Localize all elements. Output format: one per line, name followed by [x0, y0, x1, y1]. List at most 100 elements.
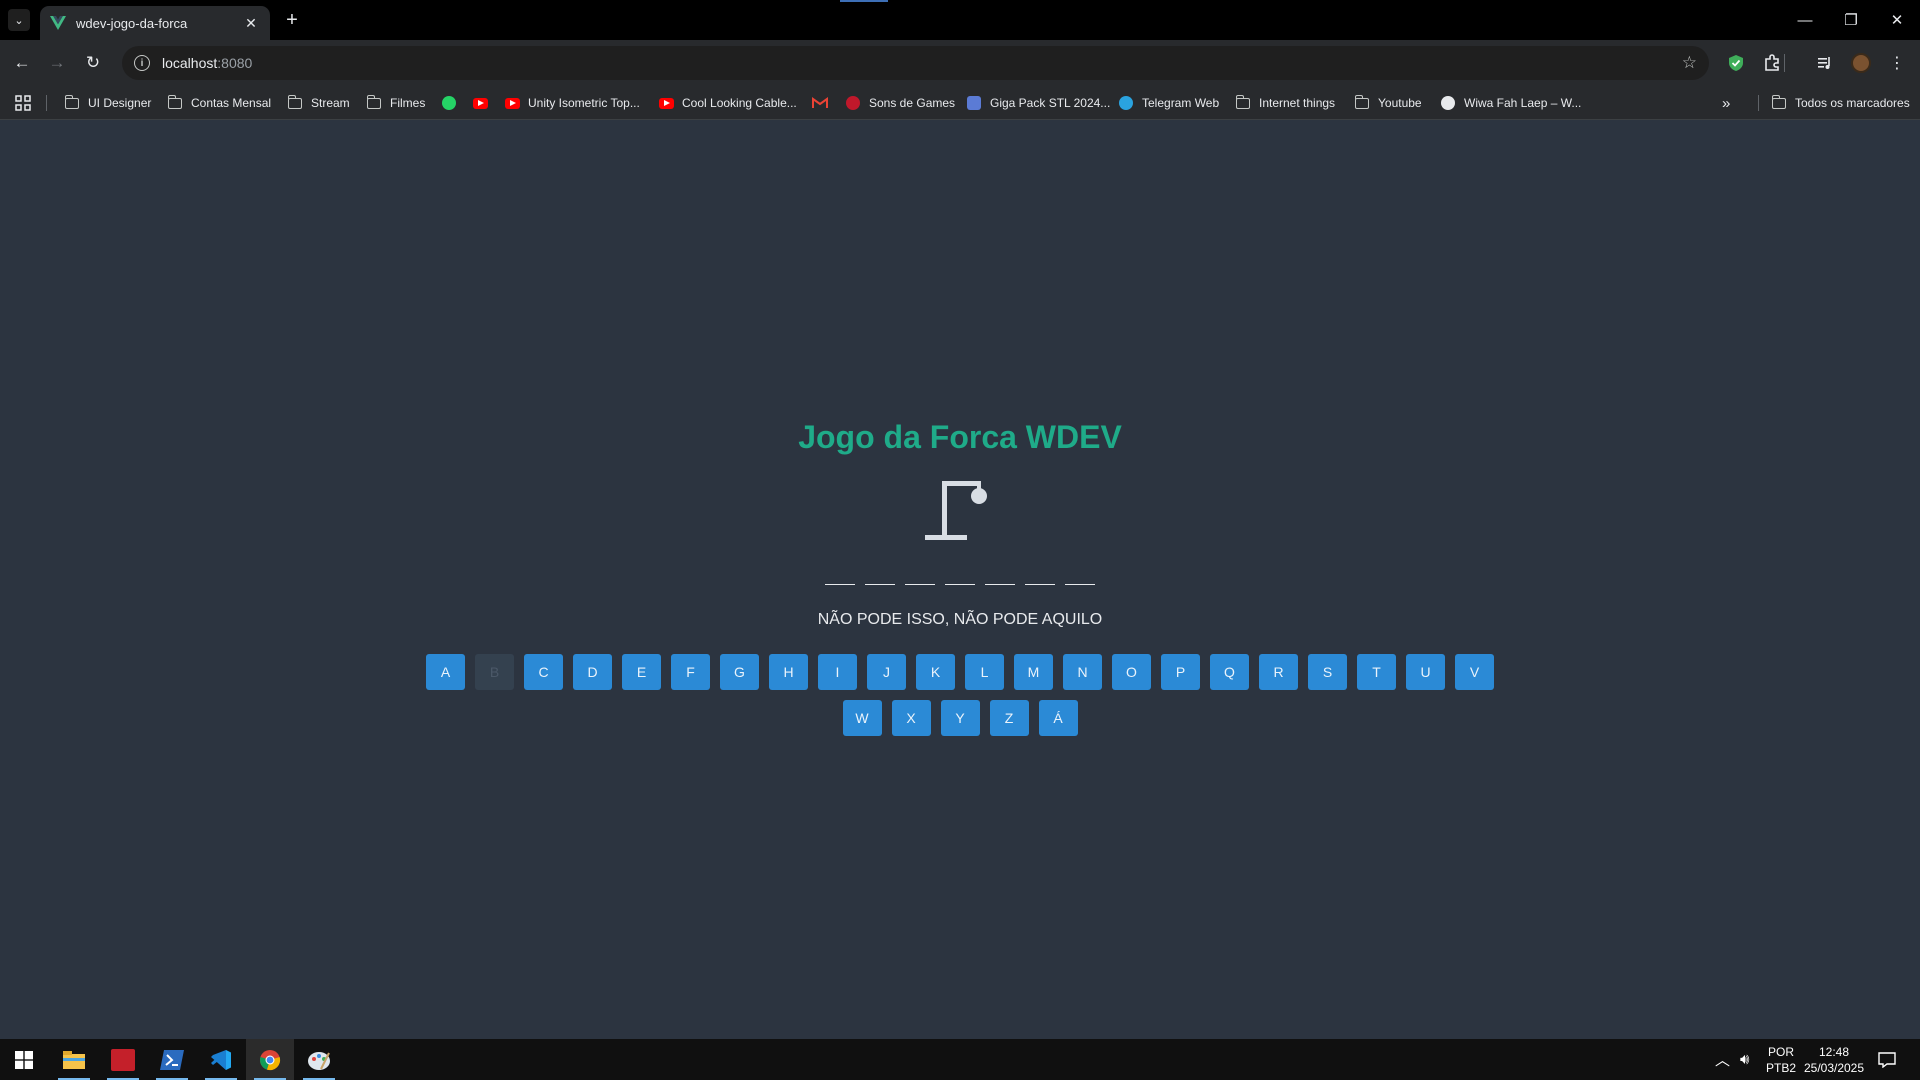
more-bookmarks-chevron-icon[interactable]: » — [1722, 93, 1730, 113]
bookmark-filmes[interactable]: Filmes — [366, 93, 425, 113]
game-page: Jogo da Forca WDEV NÃO PODE ISSO, NÃO PO… — [0, 121, 1920, 1039]
bookmark-youtube-folder[interactable]: Youtube — [1354, 93, 1422, 113]
browser-tab-bar: ⌄ wdev-jogo-da-forca ✕ + — ❐ ✕ — [0, 0, 1920, 40]
bookmark-ui-designer[interactable]: UI Designer — [64, 93, 151, 113]
letter-key-r[interactable]: R — [1259, 654, 1298, 690]
bookmark-star-icon[interactable]: ☆ — [1682, 53, 1697, 73]
hidden-word — [0, 569, 1920, 585]
site-info-icon[interactable]: i — [134, 55, 150, 71]
letter-key-l[interactable]: L — [965, 654, 1004, 690]
letter-key-h[interactable]: H — [769, 654, 808, 690]
powershell-icon[interactable] — [148, 1039, 196, 1080]
letter-key-q[interactable]: Q — [1210, 654, 1249, 690]
apps-grid-icon[interactable] — [15, 93, 31, 113]
letter-key-x[interactable]: X — [891, 700, 931, 736]
bookmark-youtube[interactable] — [472, 93, 496, 113]
bookmark-internet-things[interactable]: Internet things — [1235, 93, 1335, 113]
media-control-icon[interactable] — [1813, 51, 1837, 75]
show-hidden-icons-chevron-icon[interactable]: ︿ — [1715, 1039, 1730, 1080]
letter-key-j[interactable]: J — [867, 654, 906, 690]
letter-key-i[interactable]: I — [818, 654, 857, 690]
folder-icon — [1354, 94, 1370, 111]
tab-title: wdev-jogo-da-forca — [76, 15, 188, 31]
letter-key-u[interactable]: U — [1406, 654, 1445, 690]
bookmark-contas-mensal[interactable]: Contas Mensal — [167, 93, 271, 113]
letter-key-p[interactable]: P — [1161, 654, 1200, 690]
url-port: :8080 — [217, 55, 253, 71]
globe-icon — [1440, 95, 1456, 111]
volume-icon[interactable]: 🔊︎ — [1740, 1039, 1749, 1080]
letter-key-f[interactable]: F — [671, 654, 710, 690]
letter-key-b[interactable]: B — [475, 654, 514, 690]
letter-key-d[interactable]: D — [573, 654, 612, 690]
bookmark-wiwa-fah-laep[interactable]: Wiwa Fah Laep – W... — [1440, 93, 1581, 113]
red-site-icon — [845, 95, 861, 111]
letter-slot — [1065, 569, 1095, 585]
letter-key-o[interactable]: O — [1112, 654, 1151, 690]
letter-key-m[interactable]: M — [1014, 654, 1053, 690]
vscode-icon[interactable] — [197, 1039, 245, 1080]
bookmark-label: Sons de Games — [869, 96, 956, 110]
tab-active[interactable]: wdev-jogo-da-forca ✕ — [40, 6, 270, 40]
paint-app-icon[interactable] — [295, 1039, 343, 1080]
tab-search-button[interactable]: ⌄ — [8, 9, 30, 31]
tab-close-icon[interactable]: ✕ — [242, 14, 260, 32]
letter-key-w[interactable]: W — [842, 700, 882, 736]
extensions-puzzle-icon[interactable] — [1760, 51, 1784, 75]
bookmark-stream[interactable]: Stream — [287, 93, 350, 113]
letter-slot — [825, 569, 855, 585]
letter-key-y[interactable]: Y — [940, 700, 980, 736]
letter-key-k[interactable]: K — [916, 654, 955, 690]
bookmark-label: Cool Looking Cable... — [682, 96, 797, 110]
windows-start-icon[interactable] — [0, 1039, 48, 1080]
file-explorer-icon[interactable] — [50, 1039, 98, 1080]
bookmark-cool-looking-cable[interactable]: Cool Looking Cable... — [658, 93, 797, 113]
letter-key-n[interactable]: N — [1063, 654, 1102, 690]
bookmark-label: Telegram Web — [1142, 96, 1220, 110]
bookmark-giga-pack-stl[interactable]: Giga Pack STL 2024... — [966, 93, 1110, 113]
letter-key-g[interactable]: G — [720, 654, 759, 690]
shield-extension-icon[interactable] — [1724, 51, 1748, 75]
letter-key-á[interactable]: Á — [1038, 700, 1078, 736]
letter-key-c[interactable]: C — [524, 654, 563, 690]
close-window-icon[interactable]: ✕ — [1874, 0, 1920, 40]
profile-avatar-icon[interactable] — [1849, 51, 1873, 75]
browser-toolbar: ← → ↻ i localhost:8080 ☆ ⋮ — [0, 40, 1920, 86]
back-arrow-icon[interactable]: ← — [10, 51, 34, 75]
letter-key-z[interactable]: Z — [989, 700, 1029, 736]
browser-menu-icon[interactable]: ⋮ — [1885, 51, 1909, 75]
gmail-icon — [812, 95, 828, 111]
forward-arrow-icon[interactable]: → — [45, 51, 69, 75]
letter-key-s[interactable]: S — [1308, 654, 1347, 690]
bookmark-telegram-web[interactable]: Telegram Web — [1118, 93, 1219, 113]
bookmark-gmail[interactable] — [812, 93, 836, 113]
letter-slot — [985, 569, 1015, 585]
letter-key-a[interactable]: A — [426, 654, 465, 690]
address-bar[interactable]: i localhost:8080 ☆ — [122, 46, 1709, 80]
gallows-drawing — [925, 481, 987, 540]
letter-key-t[interactable]: T — [1357, 654, 1396, 690]
letter-slot — [945, 569, 975, 585]
notification-center-icon[interactable] — [1878, 1039, 1896, 1080]
minimize-icon[interactable]: — — [1782, 0, 1828, 40]
new-tab-button[interactable]: + — [281, 9, 303, 31]
windows-taskbar: ︿ 🔊︎ POR PTB2 12:48 25/03/2025 — [0, 1039, 1920, 1080]
letter-slot — [865, 569, 895, 585]
clock[interactable]: 12:48 25/03/2025 — [1802, 1039, 1866, 1080]
folder-icon — [366, 94, 382, 111]
letter-key-v[interactable]: V — [1455, 654, 1494, 690]
folder-icon — [64, 94, 80, 111]
voicemeeter-icon[interactable] — [99, 1039, 147, 1080]
bookmark-whatsapp[interactable] — [441, 93, 465, 113]
bookmark-unity-isometric[interactable]: Unity Isometric Top... — [504, 93, 640, 113]
bookmark-label: Giga Pack STL 2024... — [990, 96, 1111, 110]
restore-icon[interactable]: ❐ — [1828, 0, 1874, 40]
bookmark-sons-de-games[interactable]: Sons de Games — [845, 93, 955, 113]
letter-key-e[interactable]: E — [622, 654, 661, 690]
input-language-indicator[interactable]: POR PTB2 — [1766, 1039, 1796, 1080]
word-hint: NÃO PODE ISSO, NÃO PODE AQUILO — [817, 611, 1103, 628]
url-host: localhost — [162, 55, 218, 71]
all-bookmarks-folder[interactable]: Todos os marcadores — [1771, 93, 1910, 113]
chrome-icon[interactable] — [246, 1039, 294, 1080]
reload-icon[interactable]: ↻ — [81, 51, 105, 75]
